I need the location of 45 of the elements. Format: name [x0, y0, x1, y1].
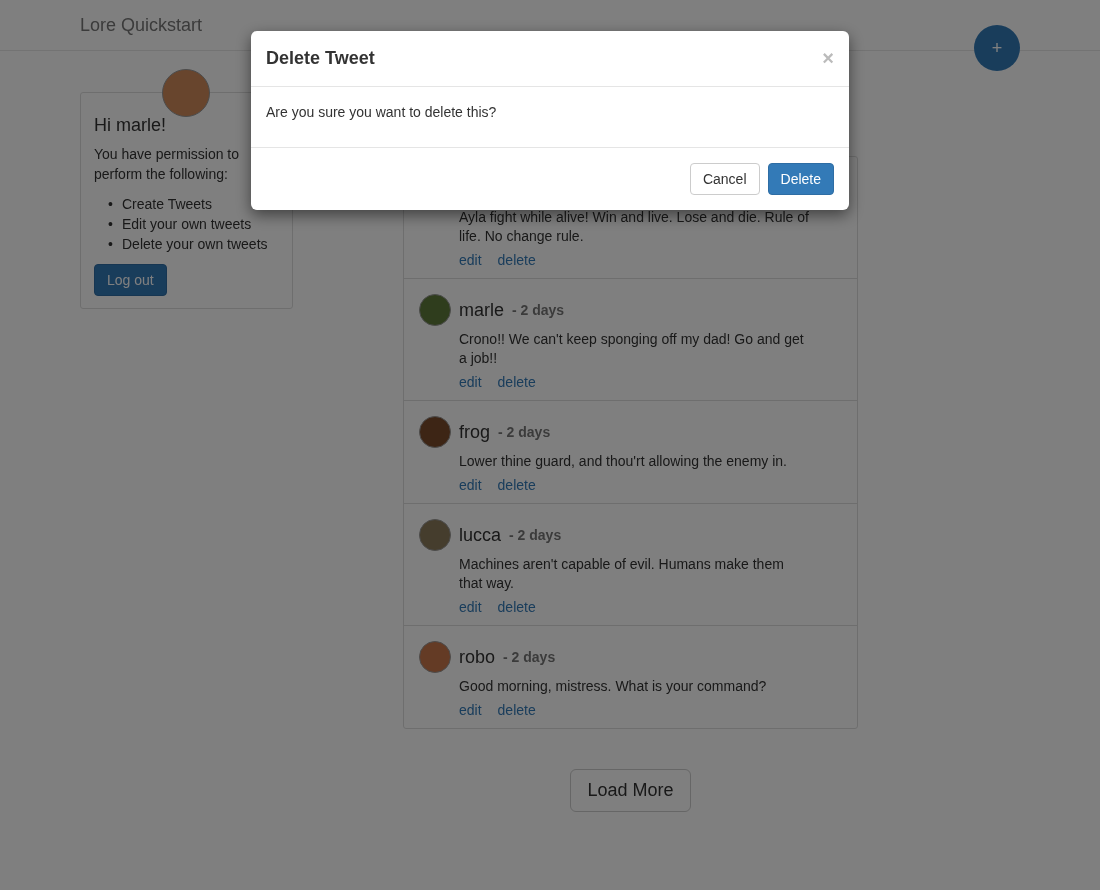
tweet-text: Lower thine guard, and thou'rt allowing the enemy in.: [459, 452, 788, 471]
permission-item: Delete your own tweets: [122, 235, 268, 254]
tweet-text: Ayla fight while alive! Win and live. Lose and die. Rule of life. No change rule.: [459, 208, 809, 246]
tweet-author[interactable]: frog: [459, 421, 491, 443]
tweet-time: - 2 days: [512, 302, 565, 318]
tweet-action-link[interactable]: edit: [459, 702, 482, 718]
close-button[interactable]: ×: [822, 47, 834, 70]
tweet-text: Machines aren't capable of evil. Humans make them that way.: [459, 555, 785, 593]
avatar: [419, 641, 451, 673]
tweet-action-link[interactable]: edit: [459, 374, 482, 390]
bullet: •: [108, 215, 114, 234]
greeting: Hi marle!: [94, 115, 167, 136]
tweet-action-link[interactable]: edit: [459, 477, 482, 493]
tweet-text: Good morning, mistress. What is your command?: [459, 677, 768, 696]
delete-button[interactable]: Delete: [767, 163, 834, 195]
load-more-button[interactable]: Load More: [570, 769, 691, 812]
brand-title[interactable]: Lore Quickstart: [80, 14, 203, 36]
logout-button[interactable]: Log out: [94, 264, 167, 296]
tweet-author[interactable]: marle: [459, 299, 504, 321]
tweet-action-link[interactable]: delete: [497, 599, 536, 615]
tweet-author[interactable]: lucca: [459, 524, 502, 546]
tweet-action-link[interactable]: delete: [497, 702, 536, 718]
tweet-action-link[interactable]: edit: [459, 252, 482, 268]
add-button[interactable]: +: [974, 25, 1020, 71]
bullet: •: [108, 235, 114, 254]
tweet-action-link[interactable]: edit: [459, 599, 482, 615]
tweet-time: - 2 days: [498, 424, 551, 440]
tweet-time: - 2 days: [509, 527, 562, 543]
tweet-time: - 2 days: [503, 649, 556, 665]
tweet-author[interactable]: robo: [459, 646, 496, 668]
dialog-title: Delete Tweet: [266, 48, 375, 69]
dialog-message: Are you sure you want to delete this?: [266, 104, 498, 120]
avatar: [419, 519, 451, 551]
tweet-action-link[interactable]: delete: [497, 374, 536, 390]
tweet-text: Crono!! We can't keep sponging off my dad! Go and get a job!!: [459, 330, 805, 368]
tweet-action-link[interactable]: delete: [497, 252, 536, 268]
permission-intro: You have permission to perform the following:: [94, 145, 241, 184]
bullet: •: [108, 195, 114, 214]
permission-item: Edit your own tweets: [122, 215, 252, 234]
avatar: [419, 294, 451, 326]
tweet-action-link[interactable]: delete: [497, 477, 536, 493]
cancel-button[interactable]: Cancel: [689, 163, 760, 195]
avatar: [162, 69, 210, 117]
permission-item: Create Tweets: [122, 195, 212, 214]
avatar: [419, 416, 451, 448]
